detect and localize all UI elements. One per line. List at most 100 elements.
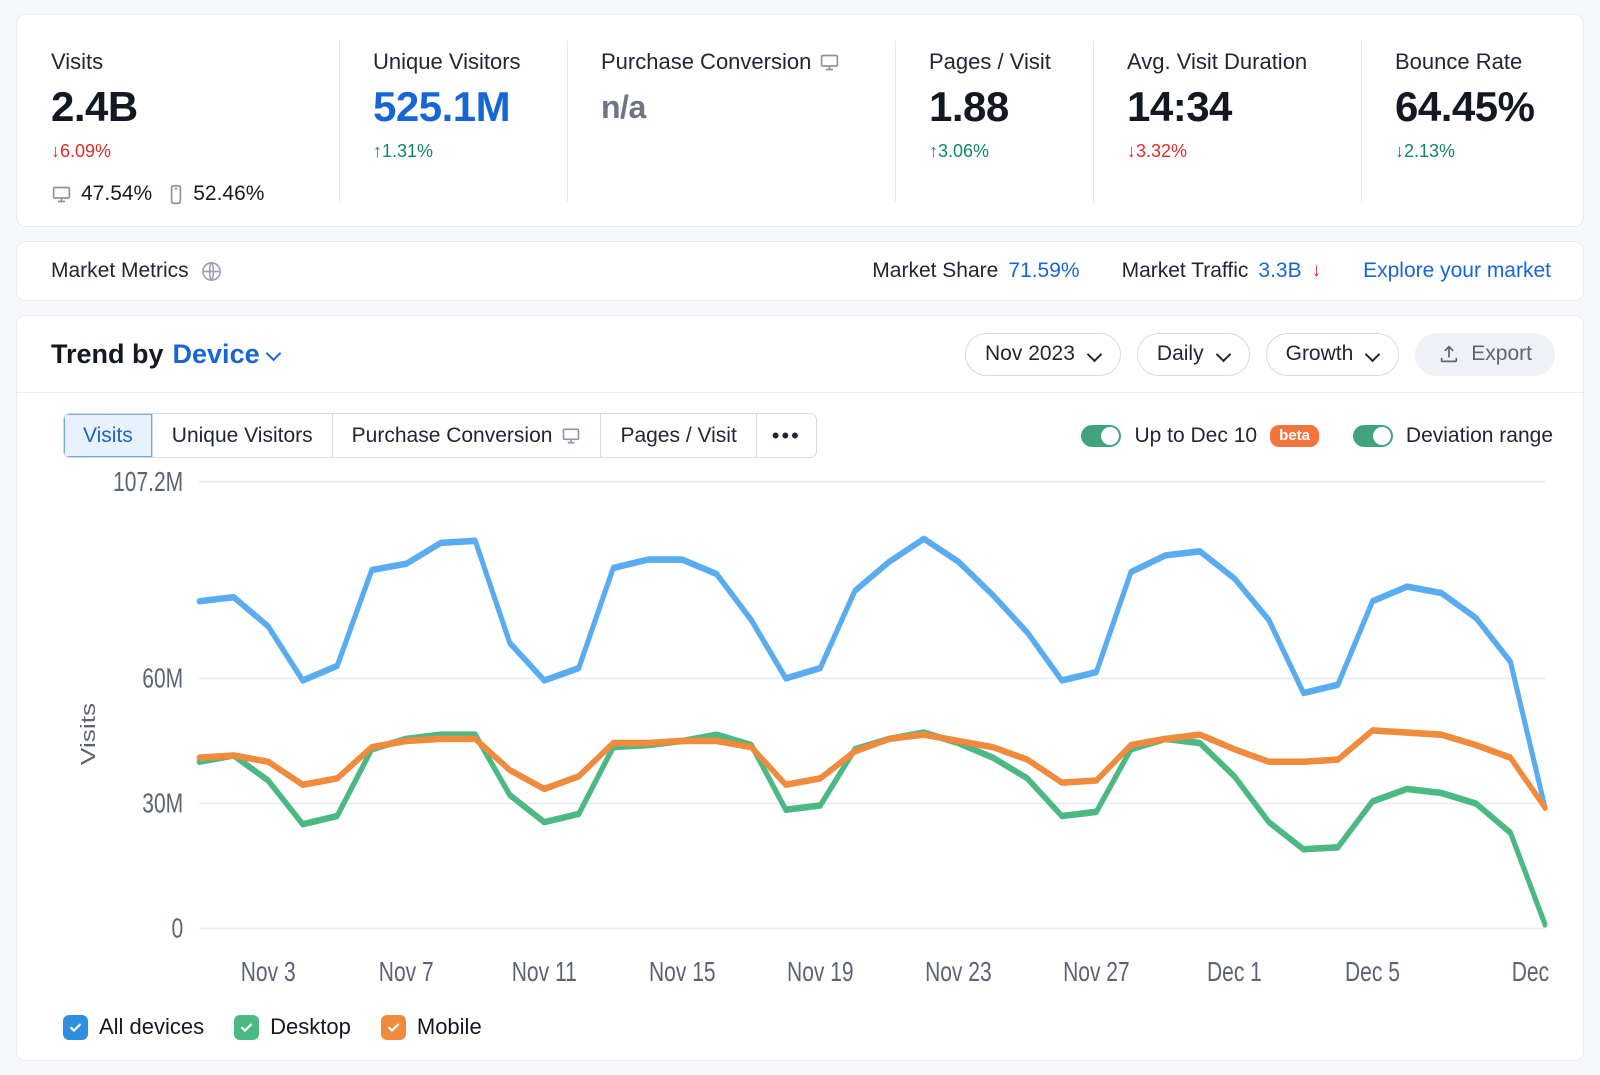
market-traffic-label: Market Traffic — [1122, 259, 1249, 283]
svg-text:Dec 5: Dec 5 — [1345, 957, 1400, 987]
chart-legend: All devices Desktop Mobile — [17, 1010, 1583, 1060]
kpi-summary-card: Visits 2.4B ↓6.09% 47.54% — [16, 14, 1584, 227]
chevron-down-icon — [1088, 348, 1101, 361]
kpi-duration-value: 14:34 — [1127, 85, 1335, 129]
svg-text:0: 0 — [171, 914, 183, 944]
explore-your-market-link[interactable]: Explore your market — [1363, 259, 1551, 283]
svg-text:60M: 60M — [142, 664, 183, 694]
legend-item-all-devices[interactable]: All devices — [63, 1014, 204, 1040]
kpi-unique-delta-text: 1.31% — [382, 141, 433, 161]
kpi-bounce-rate[interactable]: Bounce Rate 64.45% ↓2.13% — [1361, 15, 1600, 226]
mobile-icon — [168, 184, 184, 205]
arrow-down-icon: ↓ — [51, 141, 60, 161]
svg-text:Nov 7: Nov 7 — [379, 957, 434, 987]
metric-tab-group: Visits Unique Visitors Purchase Conversi… — [63, 413, 817, 458]
tab-unique-visitors-label: Unique Visitors — [172, 424, 313, 448]
kpi-bounce-delta: ↓2.13% — [1395, 141, 1585, 162]
kpi-duration-label-text: Avg. Visit Duration — [1127, 49, 1307, 75]
market-share: Market Share 71.59% — [872, 259, 1079, 283]
kpi-unique-visitors[interactable]: Unique Visitors 525.1M ↑1.31% — [339, 15, 567, 226]
market-metrics-title: Market Metrics — [51, 259, 223, 283]
svg-text:107.2M: 107.2M — [113, 467, 183, 497]
dashboard-page: Visits 2.4B ↓6.09% 47.54% — [0, 0, 1600, 1075]
legend-item-mobile[interactable]: Mobile — [381, 1014, 482, 1040]
desktop-icon — [561, 426, 581, 446]
trend-title: Trend by Device — [51, 339, 280, 370]
kpi-visits-mobile-share: 52.46% — [168, 182, 264, 206]
kpi-unique-label: Unique Visitors — [373, 49, 541, 75]
tab-visits[interactable]: Visits — [64, 414, 153, 457]
svg-text:Visits: Visits — [77, 703, 99, 765]
kpi-unique-delta: ↑1.31% — [373, 141, 541, 162]
kpi-pages-per-visit[interactable]: Pages / Visit 1.88 ↑3.06% — [895, 15, 1093, 226]
arrow-down-icon: ↓ — [1395, 141, 1404, 161]
tab-more-metrics[interactable]: ••• — [757, 414, 816, 457]
toggle-switch[interactable] — [1353, 425, 1393, 447]
toggle-deviation-range-label: Deviation range — [1406, 424, 1553, 448]
tab-purchase-conversion-label: Purchase Conversion — [352, 424, 553, 448]
growth-dropdown[interactable]: Growth — [1266, 333, 1400, 376]
desktop-icon — [819, 52, 840, 73]
granularity-dropdown[interactable]: Daily — [1137, 333, 1250, 376]
export-button[interactable]: Export — [1415, 333, 1555, 376]
toggle-deviation-range[interactable]: Deviation range — [1353, 424, 1553, 448]
date-range-dropdown[interactable]: Nov 2023 — [965, 333, 1121, 376]
arrow-down-icon: ↓ — [1312, 260, 1322, 282]
tab-purchase-conversion[interactable]: Purchase Conversion — [333, 414, 602, 457]
legend-label-all-devices: All devices — [99, 1014, 204, 1040]
checkbox-mobile[interactable] — [381, 1015, 406, 1040]
market-metrics-values: Market Share 71.59% Market Traffic 3.3B … — [872, 259, 1551, 283]
legend-label-mobile: Mobile — [417, 1014, 482, 1040]
kpi-visits-desktop-value: 47.54% — [81, 182, 152, 206]
kpi-purchase-label: Purchase Conversion — [601, 49, 869, 75]
kpi-pages-label: Pages / Visit — [929, 49, 1067, 75]
toggle-up-to-dec-10[interactable]: Up to Dec 10 beta — [1081, 424, 1318, 448]
svg-text:Nov 3: Nov 3 — [241, 957, 296, 987]
kpi-duration-label: Avg. Visit Duration — [1127, 49, 1335, 75]
kpi-row: Visits 2.4B ↓6.09% 47.54% — [17, 15, 1583, 226]
trend-controls: Nov 2023 Daily Growth — [965, 333, 1555, 376]
kpi-purchase-value: n/a — [601, 91, 869, 125]
kpi-avg-visit-duration[interactable]: Avg. Visit Duration 14:34 ↓3.32% — [1093, 15, 1361, 226]
market-metrics-bar: Market Metrics Market Share 71.59% Marke… — [16, 241, 1584, 301]
svg-text:Dec 10: Dec 10 — [1512, 957, 1553, 987]
kpi-visits[interactable]: Visits 2.4B ↓6.09% 47.54% — [17, 15, 339, 226]
kpi-visits-desktop-share: 47.54% — [51, 182, 152, 206]
svg-text:Dec 1: Dec 1 — [1207, 957, 1262, 987]
chevron-down-icon — [1366, 348, 1379, 361]
tab-visits-label: Visits — [83, 424, 133, 448]
more-icon: ••• — [772, 423, 801, 449]
trend-chart[interactable]: 030M60M107.2MVisitsNov 3Nov 7Nov 11Nov 1… — [17, 458, 1583, 1010]
kpi-purchase-label-text: Purchase Conversion — [601, 49, 811, 75]
market-share-label: Market Share — [872, 259, 998, 283]
trend-toolbar: Visits Unique Visitors Purchase Conversi… — [17, 393, 1583, 458]
kpi-visits-delta-text: 6.09% — [60, 141, 111, 161]
tab-pages-per-visit[interactable]: Pages / Visit — [601, 414, 756, 457]
toggle-switch[interactable] — [1081, 425, 1121, 447]
kpi-purchase-conversion[interactable]: Purchase Conversion n/a — [567, 15, 895, 226]
market-share-value: 71.59% — [1008, 259, 1079, 283]
svg-text:30M: 30M — [142, 789, 183, 819]
export-icon — [1438, 343, 1460, 365]
kpi-pages-label-text: Pages / Visit — [929, 49, 1051, 75]
svg-text:Nov 23: Nov 23 — [925, 957, 992, 987]
legend-item-desktop[interactable]: Desktop — [234, 1014, 351, 1040]
kpi-unique-label-text: Unique Visitors — [373, 49, 521, 75]
trend-by-device-card: Trend by Device Nov 2023 Daily Growth — [16, 315, 1584, 1061]
trend-title-prefix: Trend by — [51, 339, 164, 370]
growth-label: Growth — [1286, 342, 1354, 366]
checkbox-desktop[interactable] — [234, 1015, 259, 1040]
tab-unique-visitors[interactable]: Unique Visitors — [153, 414, 333, 457]
market-traffic: Market Traffic 3.3B ↓ — [1122, 259, 1322, 283]
kpi-visits-device-split: 47.54% 52.46% — [51, 182, 313, 206]
trend-dimension-dropdown[interactable]: Device — [173, 339, 281, 370]
kpi-pages-delta: ↑3.06% — [929, 141, 1067, 162]
export-label: Export — [1471, 342, 1532, 366]
trend-chart-svg[interactable]: 030M60M107.2MVisitsNov 3Nov 7Nov 11Nov 1… — [51, 458, 1553, 1010]
chevron-down-icon — [267, 347, 280, 360]
svg-text:Nov 11: Nov 11 — [512, 957, 577, 987]
kpi-visits-label: Visits — [51, 49, 313, 75]
trend-toggles: Up to Dec 10 beta Deviation range — [1081, 424, 1553, 448]
kpi-bounce-delta-text: 2.13% — [1404, 141, 1455, 161]
checkbox-all-devices[interactable] — [63, 1015, 88, 1040]
